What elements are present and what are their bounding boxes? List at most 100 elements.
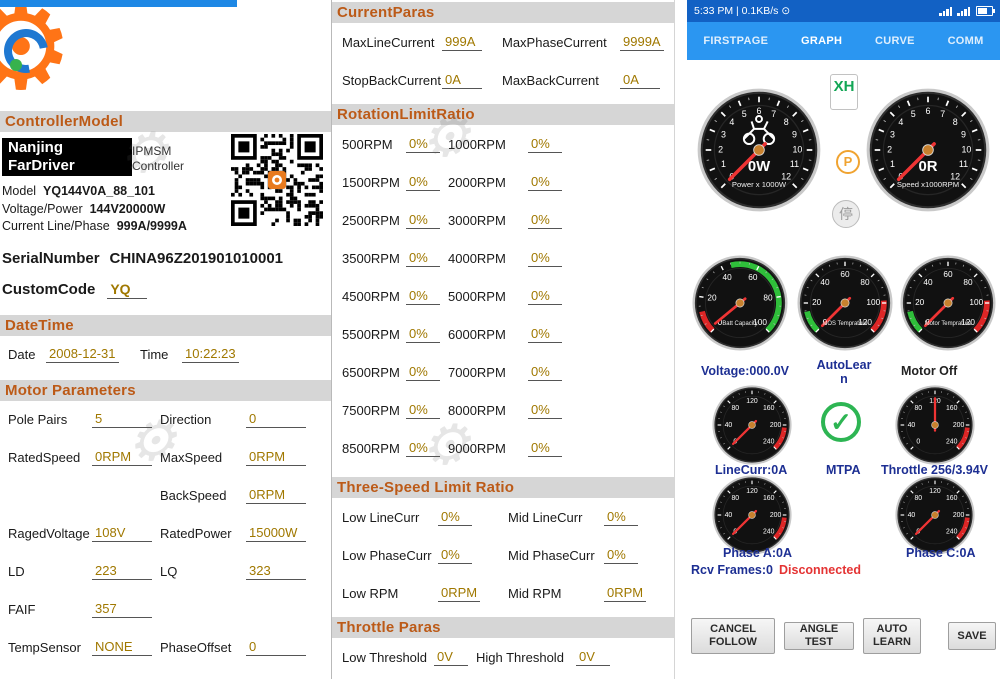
power-gauge: 01234567891011120WPower x 1000W: [697, 88, 821, 212]
param-row: BackSpeed0RPM: [0, 477, 331, 515]
param-label: 7500RPM: [342, 403, 406, 418]
param-value-field[interactable]: 0RPM: [604, 585, 646, 602]
svg-text:40: 40: [725, 422, 733, 429]
param-value-field[interactable]: 0%: [528, 212, 562, 229]
param-value-field[interactable]: 323: [246, 563, 306, 580]
param-value-field[interactable]: 0%: [528, 174, 562, 191]
svg-text:20: 20: [707, 294, 717, 303]
param-value-field[interactable]: 0RPM: [246, 487, 306, 504]
param-value-field[interactable]: NONE: [92, 639, 152, 656]
serial-label: SerialNumber: [2, 250, 100, 267]
stop-indicator-icon[interactable]: 停: [832, 200, 860, 228]
param-value-field[interactable]: 0%: [528, 288, 562, 305]
custom-code-label: CustomCode: [2, 281, 95, 298]
param-value-field[interactable]: 0%: [438, 547, 472, 564]
param-value-field[interactable]: 0%: [406, 136, 440, 153]
param-value-field[interactable]: 108V: [92, 525, 152, 542]
param-row: MaxLineCurrent999AMaxPhaseCurrent9999A: [332, 23, 674, 61]
phase-a-gauge: 04080120160200240: [712, 475, 792, 555]
param-label: 8000RPM: [448, 403, 528, 418]
param-label: Pole Pairs: [8, 412, 92, 427]
svg-text:200: 200: [953, 512, 965, 519]
signal-icon: [939, 7, 952, 16]
cancel-follow-button[interactable]: CANCEL FOLLOW: [691, 618, 775, 654]
param-value-field[interactable]: 0A: [442, 72, 482, 89]
save-button[interactable]: SAVE: [948, 622, 996, 650]
date-time-row: Date 2008-12-31 Time 10:22:23: [0, 336, 331, 374]
param-label: 6500RPM: [342, 365, 406, 380]
tab-comm[interactable]: COMM: [946, 32, 986, 50]
param-value-field[interactable]: 357: [92, 601, 152, 618]
param-value-field[interactable]: 0: [246, 639, 306, 656]
tab-curve[interactable]: CURVE: [873, 32, 917, 50]
param-value-field[interactable]: 0A: [620, 72, 660, 89]
param-value-field[interactable]: 0%: [406, 326, 440, 343]
param-value-field[interactable]: 0%: [528, 326, 562, 343]
param-label: Direction: [160, 412, 246, 427]
voltage-readout: Voltage:000.0V: [701, 364, 789, 378]
angle-test-button[interactable]: ANGLE TEST: [784, 622, 854, 650]
param-value-field[interactable]: 0%: [406, 364, 440, 381]
param-label: 500RPM: [342, 137, 406, 152]
svg-text:6: 6: [926, 106, 931, 116]
svg-text:60: 60: [840, 270, 850, 279]
param-row: 1500RPM0%2000RPM0%: [332, 163, 674, 201]
param-value-field[interactable]: 0%: [528, 136, 562, 153]
svg-text:5: 5: [742, 109, 747, 119]
logo-ring: [0, 20, 57, 81]
param-value-field[interactable]: 0%: [406, 288, 440, 305]
param-value-field[interactable]: 0%: [528, 364, 562, 381]
param-value-field[interactable]: 15000W: [246, 525, 306, 542]
param-value-field[interactable]: 0%: [528, 440, 562, 457]
svg-text:80: 80: [914, 495, 922, 502]
three-speed-grid: Low LineCurr0%Mid LineCurr0%Low PhaseCur…: [332, 498, 674, 612]
motor-parameters-grid: Pole Pairs5Direction0RatedSpeed0RPMMaxSp…: [0, 401, 331, 667]
svg-text:7: 7: [771, 109, 776, 119]
param-value-field[interactable]: 0: [246, 411, 306, 428]
svg-text:4: 4: [729, 117, 734, 127]
param-value-field[interactable]: 0%: [528, 250, 562, 267]
param-value-field[interactable]: 0%: [438, 509, 472, 526]
param-row: 4500RPM0%5000RPM0%: [332, 277, 674, 315]
svg-text:8: 8: [784, 117, 789, 127]
param-label: 5500RPM: [342, 327, 406, 342]
param-value-field[interactable]: 223: [92, 563, 152, 580]
param-value-field[interactable]: 0RPM: [92, 449, 152, 466]
time-field[interactable]: 10:22:23: [182, 346, 239, 363]
tab-firstpage[interactable]: FIRSTPAGE: [701, 32, 770, 50]
param-value-field[interactable]: 0%: [604, 547, 638, 564]
auto-learn-button[interactable]: AUTO LEARN: [863, 618, 921, 654]
param-row: TempSensorNONEPhaseOffset0: [0, 629, 331, 667]
param-value-field[interactable]: 0%: [604, 509, 638, 526]
param-label: 2000RPM: [448, 175, 528, 190]
tab-graph[interactable]: GRAPH: [799, 32, 844, 50]
param-row: 2500RPM0%3000RPM0%: [332, 201, 674, 239]
param-label: Mid PhaseCurr: [508, 548, 604, 563]
model-label: Model: [2, 184, 36, 198]
param-row: RatedSpeed0RPMMaxSpeed0RPM: [0, 439, 331, 477]
param-value-field[interactable]: 0RPM: [438, 585, 480, 602]
param-value-field[interactable]: 0V: [576, 649, 610, 666]
param-value-field[interactable]: 999A: [442, 34, 482, 51]
date-field[interactable]: 2008-12-31: [46, 346, 119, 363]
custom-code-field[interactable]: YQ: [107, 281, 147, 299]
parking-indicator-icon[interactable]: P: [836, 150, 860, 174]
param-label: LQ: [160, 564, 246, 579]
param-value-field[interactable]: 0%: [406, 212, 440, 229]
param-label: MaxPhaseCurrent: [502, 35, 620, 50]
param-value-field[interactable]: 0RPM: [246, 449, 306, 466]
svg-text:3: 3: [890, 130, 895, 140]
param-value-field[interactable]: 0%: [406, 440, 440, 457]
param-row: Low PhaseCurr0%Mid PhaseCurr0%: [332, 536, 674, 574]
param-value-field[interactable]: 0%: [406, 174, 440, 191]
param-value-field[interactable]: 5: [92, 411, 152, 428]
param-value-field[interactable]: 0%: [406, 250, 440, 267]
param-row: FAIF357: [0, 591, 331, 629]
param-label: TempSensor: [8, 640, 92, 655]
param-value-field[interactable]: 0%: [528, 402, 562, 419]
param-value-field[interactable]: 0%: [406, 402, 440, 419]
param-value-field[interactable]: 9999A: [620, 34, 664, 51]
param-value-field[interactable]: 0V: [434, 649, 468, 666]
svg-text:100: 100: [866, 298, 880, 307]
svg-text:40: 40: [923, 278, 933, 287]
